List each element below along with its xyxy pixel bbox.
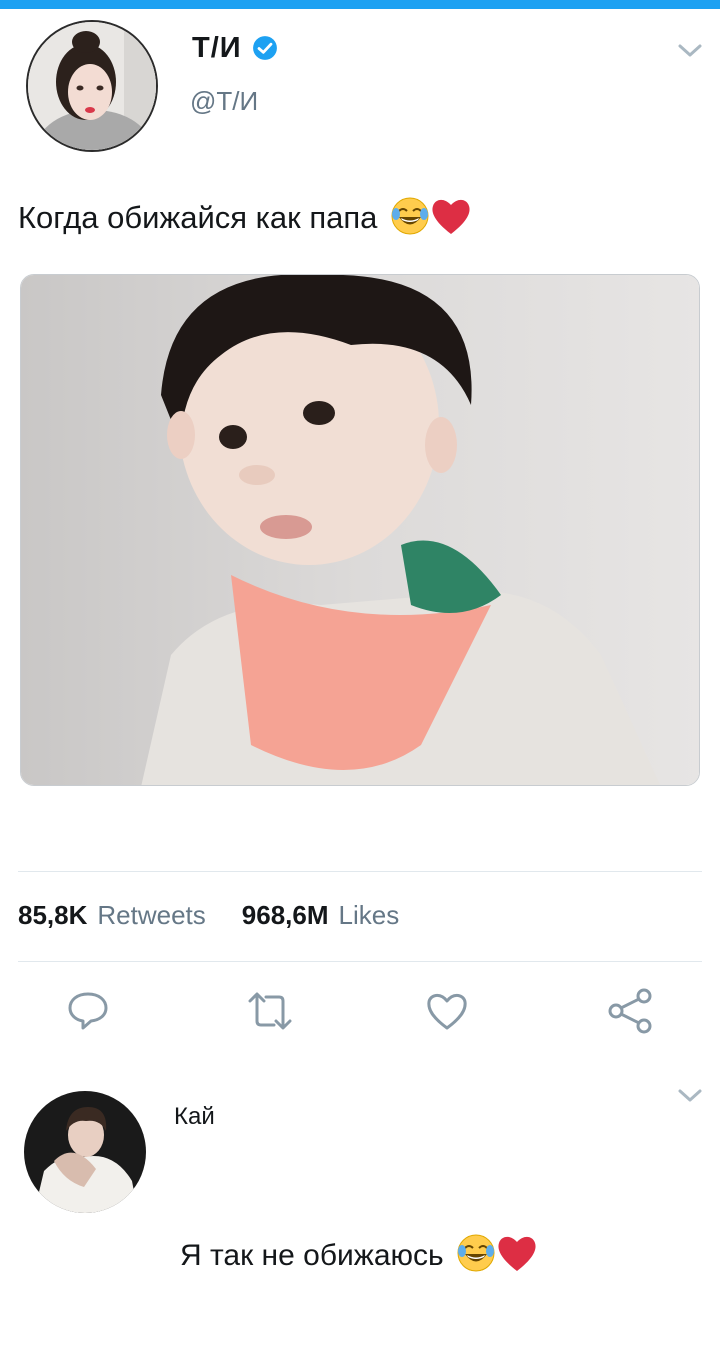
face-with-tears-of-joy-emoji: [390, 196, 430, 244]
like-icon[interactable]: [423, 987, 471, 1035]
retweet-icon[interactable]: [246, 987, 294, 1035]
face-with-tears-of-joy-emoji: [456, 1233, 496, 1281]
share-icon[interactable]: [606, 987, 654, 1035]
red-heart-emoji: [496, 1233, 538, 1281]
tweet-stats: 85,8K Retweets 968,6M Likes: [18, 900, 399, 931]
divider: [18, 871, 702, 872]
reply-author-name[interactable]: Кай: [174, 1103, 215, 1131]
author-avatar[interactable]: [26, 20, 158, 152]
tweet-media-image[interactable]: [20, 274, 700, 786]
tweet-text-content: Когда обижайся как папа: [18, 200, 378, 236]
verified-badge-icon: [253, 36, 277, 60]
top-accent-bar: [0, 0, 720, 9]
divider: [18, 961, 702, 962]
retweets-count[interactable]: 85,8K: [18, 900, 87, 930]
reply-icon[interactable]: [64, 987, 112, 1035]
likes-count[interactable]: 968,6M: [242, 900, 329, 930]
chevron-down-icon[interactable]: [677, 42, 703, 60]
reply-text: Я так не обижаюсь: [180, 1233, 538, 1281]
tweet-text: Когда обижайся как папа: [18, 196, 472, 244]
reply-author-avatar[interactable]: [24, 1091, 146, 1213]
reply-text-content: Я так не обижаюсь: [180, 1238, 444, 1272]
retweets-label[interactable]: Retweets: [97, 900, 205, 930]
author-handle[interactable]: @Т/И: [190, 86, 258, 117]
red-heart-emoji: [430, 196, 472, 244]
chevron-down-icon[interactable]: [677, 1087, 703, 1105]
author-name[interactable]: Т/И: [192, 32, 242, 65]
likes-label[interactable]: Likes: [339, 900, 400, 930]
